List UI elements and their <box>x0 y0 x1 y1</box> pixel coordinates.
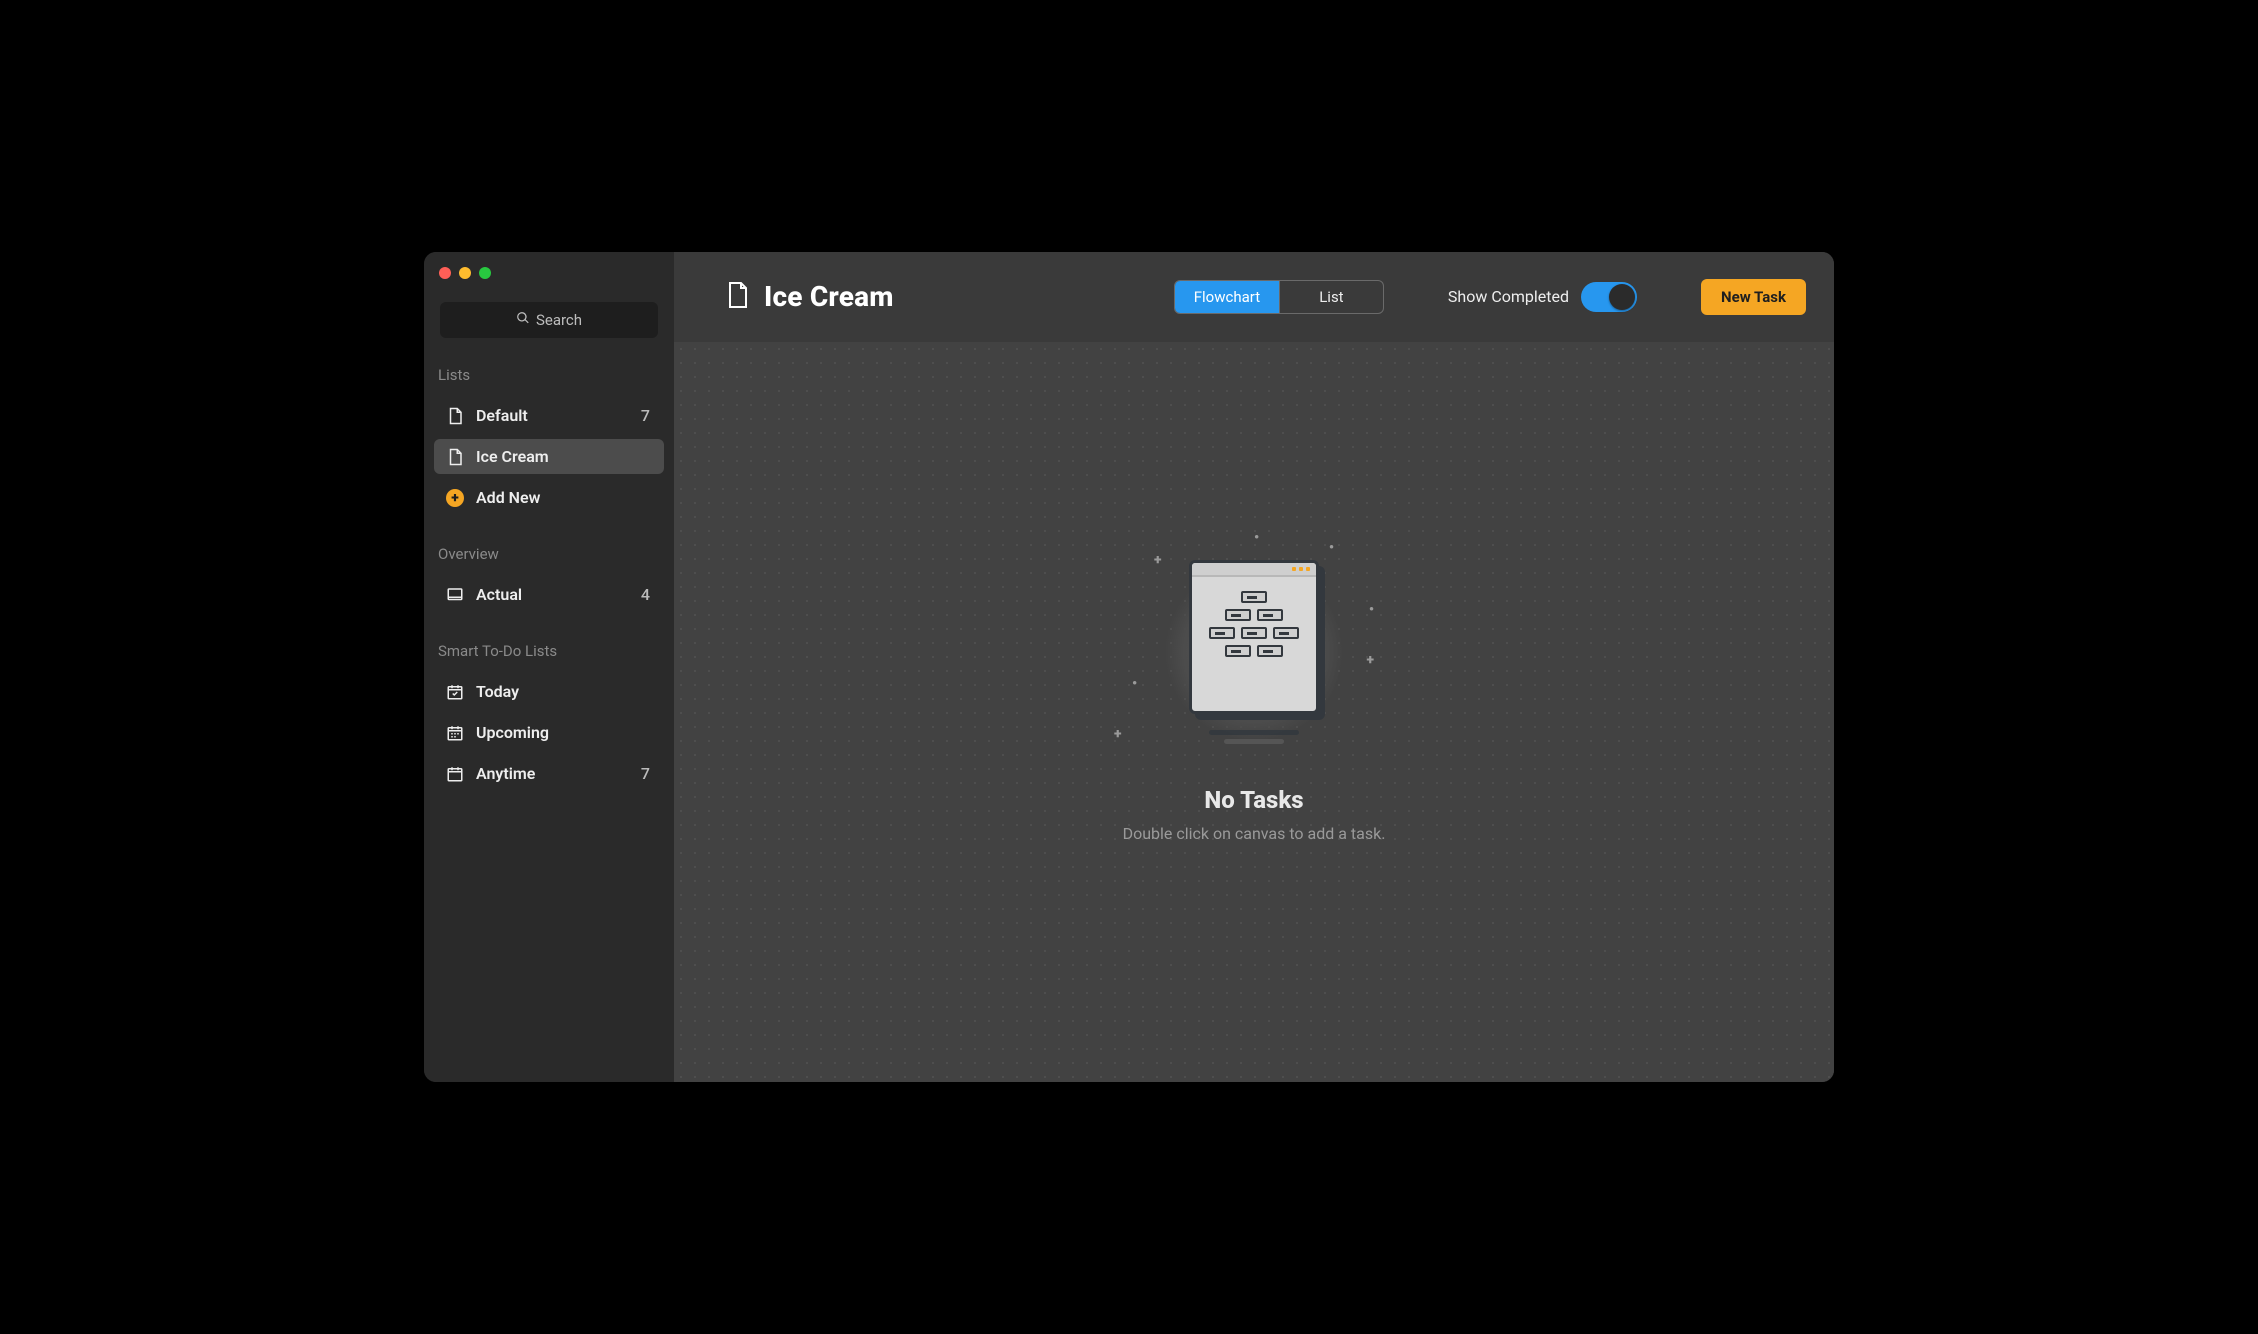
window-controls <box>439 267 491 279</box>
sidebar-item-upcoming[interactable]: Upcoming <box>434 715 664 750</box>
sidebar: Search Lists Default 7 Ice Cream + Add N… <box>424 252 674 1082</box>
sidebar-item-count: 7 <box>641 764 652 783</box>
page-title: Ice Cream <box>764 280 894 313</box>
search-input[interactable]: Search <box>440 302 658 338</box>
sidebar-item-count: 7 <box>641 406 652 425</box>
monitor-icon <box>446 586 464 604</box>
minimize-window-button[interactable] <box>459 267 471 279</box>
sidebar-item-default[interactable]: Default 7 <box>434 398 664 433</box>
document-icon <box>446 448 464 466</box>
search-icon <box>516 311 530 329</box>
sidebar-item-count: 4 <box>641 585 652 604</box>
sidebar-item-actual[interactable]: Actual 4 <box>434 577 664 612</box>
document-icon <box>446 407 464 425</box>
switch-knob <box>1609 284 1635 310</box>
sidebar-item-label: Upcoming <box>476 723 638 742</box>
document-icon <box>726 281 750 313</box>
search-placeholder: Search <box>536 311 582 329</box>
empty-state: • + • • + + • <box>1114 522 1394 843</box>
empty-state-subtitle: Double click on canvas to add a task. <box>1123 824 1386 843</box>
tab-list[interactable]: List <box>1279 281 1383 313</box>
sidebar-item-anytime[interactable]: Anytime 7 <box>434 756 664 791</box>
view-mode-toggle: Flowchart List <box>1174 280 1384 314</box>
plus-circle-icon: + <box>446 489 464 507</box>
sidebar-item-label: Ice Cream <box>476 447 638 466</box>
fullscreen-window-button[interactable] <box>479 267 491 279</box>
sidebar-add-new[interactable]: + Add New <box>434 480 664 515</box>
sidebar-item-label: Default <box>476 406 629 425</box>
sidebar-item-label: Actual <box>476 585 629 604</box>
app-window: Search Lists Default 7 Ice Cream + Add N… <box>424 252 1834 1082</box>
sidebar-item-label: Add New <box>476 488 652 507</box>
sidebar-section-lists: Lists <box>434 362 664 392</box>
sidebar-item-label: Anytime <box>476 764 629 783</box>
sidebar-section-overview: Overview <box>434 541 664 571</box>
empty-state-title: No Tasks <box>1204 786 1303 814</box>
show-completed-group: Show Completed <box>1448 282 1637 312</box>
toolbar: Ice Cream Flowchart List Show Completed … <box>674 252 1834 342</box>
show-completed-label: Show Completed <box>1448 287 1569 306</box>
empty-state-illustration: • + • • + + • <box>1114 522 1394 782</box>
calendar-blank-icon <box>446 765 464 783</box>
sidebar-section-smart: Smart To-Do Lists <box>434 638 664 668</box>
main-panel: Ice Cream Flowchart List Show Completed … <box>674 252 1834 1082</box>
calendar-check-icon <box>446 683 464 701</box>
sidebar-item-today[interactable]: Today <box>434 674 664 709</box>
flowchart-canvas[interactable]: • + • • + + • <box>674 342 1834 1082</box>
close-window-button[interactable] <box>439 267 451 279</box>
tab-flowchart[interactable]: Flowchart <box>1175 281 1279 313</box>
calendar-icon <box>446 724 464 742</box>
title-group: Ice Cream <box>726 280 894 313</box>
show-completed-switch[interactable] <box>1581 282 1637 312</box>
new-task-button[interactable]: New Task <box>1701 279 1806 315</box>
sidebar-item-label: Today <box>476 682 638 701</box>
sidebar-item-ice-cream[interactable]: Ice Cream <box>434 439 664 474</box>
